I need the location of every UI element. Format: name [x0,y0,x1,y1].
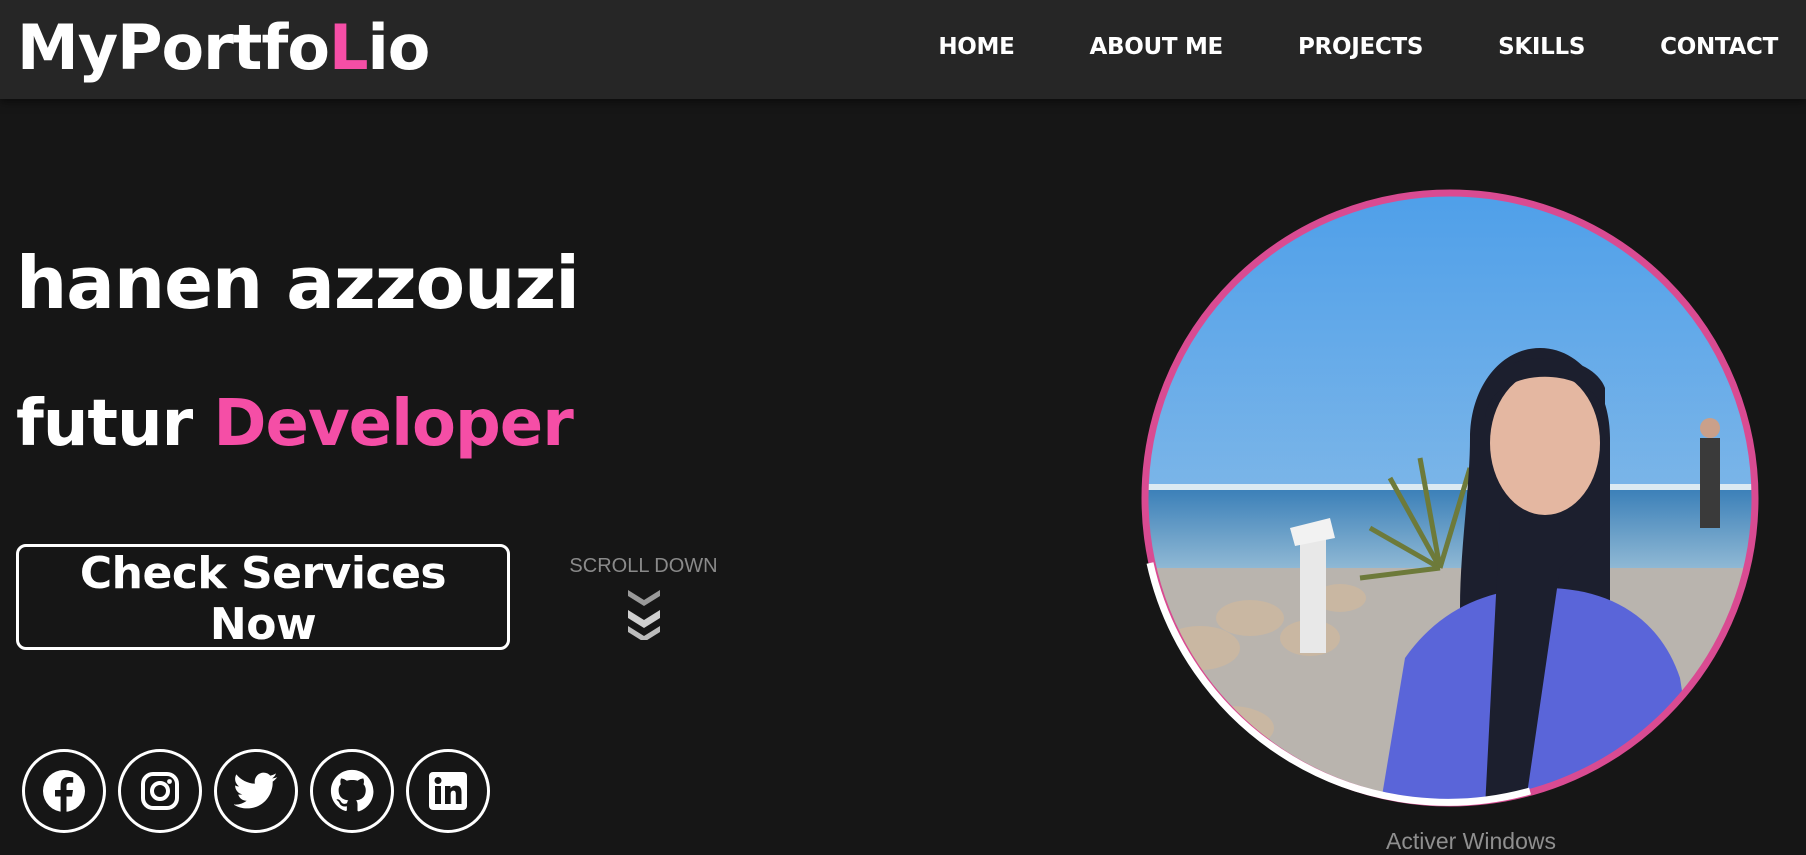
nav-skills[interactable]: SKILLS [1498,34,1585,60]
twitter-icon [234,772,278,809]
social-links [22,749,490,833]
profile-photo [1141,189,1759,807]
facebook-link[interactable] [22,749,106,833]
activate-windows-watermark: Activer Windows [1386,828,1556,854]
scroll-down-label: SCROLL DOWN [569,555,718,577]
site-logo[interactable]: MyPortfoLio [17,8,430,88]
logo-accent-letter: L [328,11,369,84]
instagram-link[interactable] [118,749,202,833]
instagram-icon [141,772,179,810]
nav-about-me[interactable]: ABOUT ME [1090,34,1224,60]
linkedin-link[interactable] [406,749,490,833]
linkedin-icon [429,772,467,810]
facebook-icon [43,770,85,813]
main-nav: HOME ABOUT ME PROJECTS SKILLS CONTACT [863,0,1778,94]
nav-contact[interactable]: CONTACT [1660,34,1778,60]
hero-role: futur Developer [16,382,574,466]
hero-name: hanen azzouzi [16,241,580,325]
nav-projects[interactable]: PROJECTS [1298,34,1423,60]
nav-home[interactable]: HOME [938,34,1015,60]
check-services-button[interactable]: Check Services Now [16,544,510,650]
navbar: MyPortfoLio HOME ABOUT ME PROJECTS SKILL… [0,0,1806,99]
double-chevron-down-icon [627,590,660,640]
github-link[interactable] [310,749,394,833]
twitter-link[interactable] [214,749,298,833]
role-highlight: Developer [213,387,573,461]
scroll-down-indicator[interactable]: SCROLL DOWN [566,555,721,640]
github-icon [330,769,374,812]
role-prefix: futur [16,387,193,461]
